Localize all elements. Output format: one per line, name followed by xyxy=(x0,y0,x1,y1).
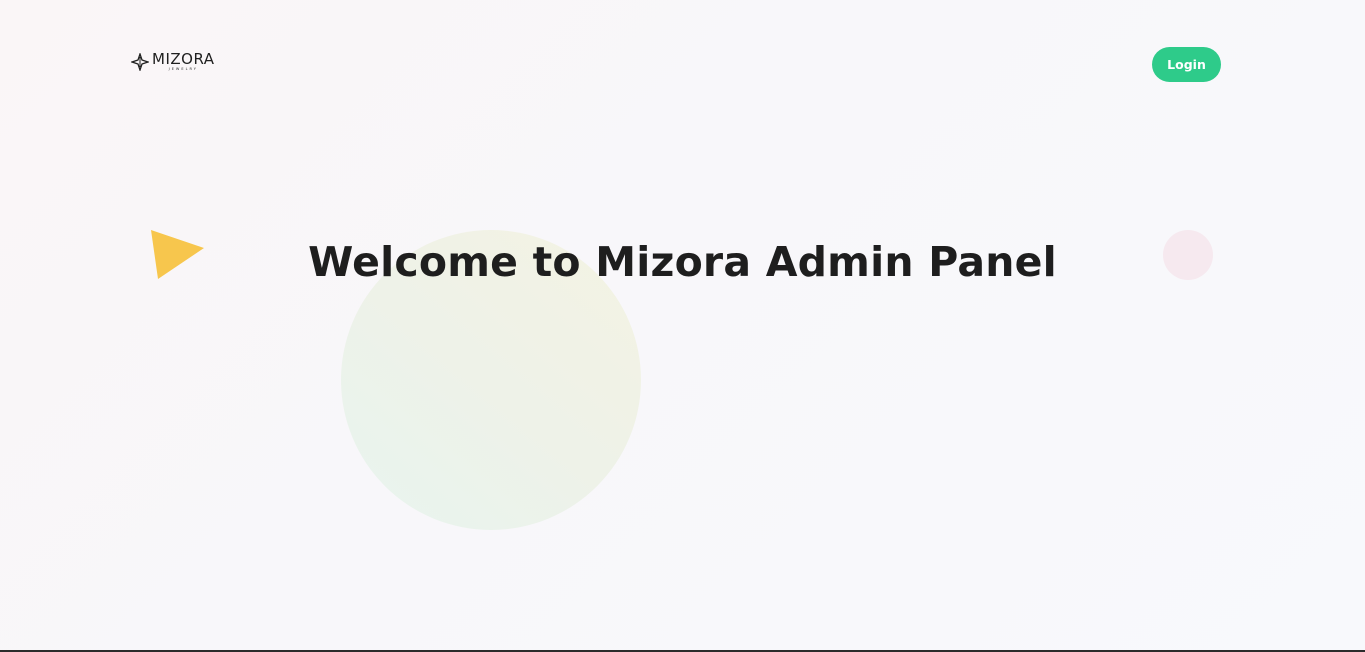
brand-name: MIZORA xyxy=(152,50,215,69)
brand-tagline: JEWELRY xyxy=(168,67,198,72)
page-title: Welcome to Mizora Admin Panel xyxy=(308,238,1057,286)
brand-logo[interactable]: MIZORA JEWELRY xyxy=(131,50,215,74)
brand-wordmark: MIZORA JEWELRY xyxy=(152,52,215,72)
diamond-logo-icon xyxy=(131,53,149,71)
login-button[interactable]: Login xyxy=(1152,47,1221,82)
landing-page: MIZORA JEWELRY Login Welcome to Mizora A… xyxy=(0,0,1365,652)
